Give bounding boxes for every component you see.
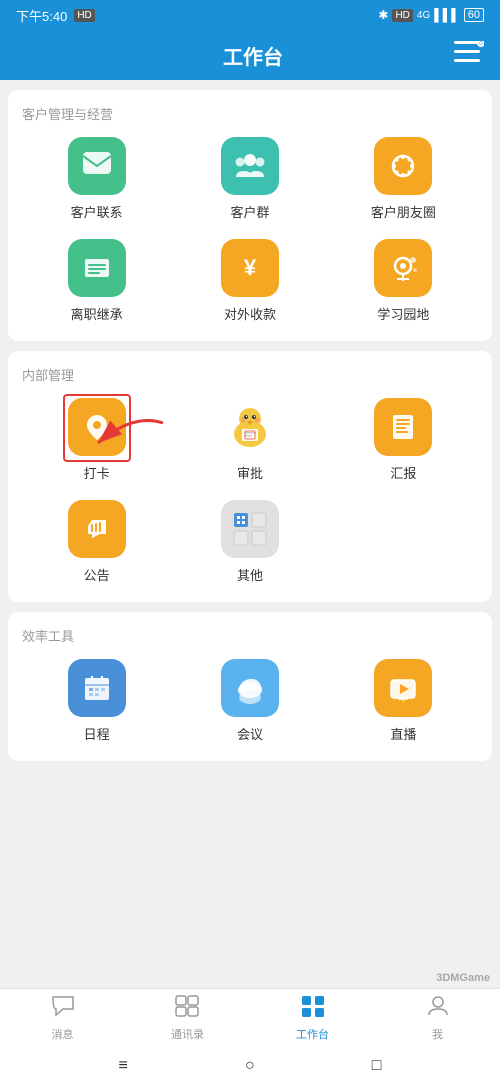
meeting-label: 会议 [237, 724, 263, 743]
notice-icon [68, 500, 126, 558]
app-other[interactable]: 其他 [173, 500, 326, 584]
schedule-icon [68, 659, 126, 717]
app-notice[interactable]: 公告 [20, 500, 173, 584]
me-nav-label: 我 [432, 1026, 443, 1042]
page-title: 工作台 [52, 41, 454, 70]
efficiency-section-title: 效率工具 [20, 626, 480, 645]
customer-grid: 客户联系 客户群 [20, 137, 480, 323]
status-bar: 下午5:40 HD ✱ HD 4G ▌▌▌ 60 [0, 0, 500, 30]
report-label: 汇报 [390, 463, 416, 482]
contact-icon [68, 137, 126, 195]
message-nav-label: 消息 [52, 1026, 74, 1042]
contacts-nav-label: 通讯录 [171, 1026, 204, 1042]
internal-section: 内部管理 打卡 [8, 351, 492, 602]
app-header: 工作台 [0, 30, 500, 80]
moments-label: 客户朋友圈 [371, 202, 436, 221]
app-schedule[interactable]: 日程 [20, 659, 173, 743]
duck-mascot [221, 398, 279, 456]
learning-label: 学习园地 [377, 304, 429, 323]
nav-me[interactable]: 我 [375, 995, 500, 1042]
app-learning[interactable]: 学习园地 [327, 239, 480, 323]
moments-icon [374, 137, 432, 195]
approval-label: 审批 [237, 463, 263, 482]
system-nav: ≡ ○ □ [0, 1048, 500, 1084]
app-checkin[interactable]: 打卡 [20, 398, 173, 482]
inherit-label: 离职继承 [71, 304, 123, 323]
customer-section: 客户管理与经营 客户联系 客户群 [8, 90, 492, 341]
other-icon [221, 500, 279, 558]
payment-icon: ¥ [221, 239, 279, 297]
payment-label: 对外收款 [224, 304, 276, 323]
message-nav-icon [51, 995, 75, 1023]
sys-home-button[interactable]: ○ [245, 1057, 255, 1075]
main-content: 客户管理与经营 客户联系 客户群 [0, 80, 500, 988]
app-inherit[interactable]: 离职继承 [20, 239, 173, 323]
schedule-label: 日程 [84, 724, 110, 743]
group-icon [221, 137, 279, 195]
menu-button[interactable] [454, 41, 484, 69]
internal-grid: 打卡 [20, 398, 480, 584]
status-time: 下午5:40 HD [16, 6, 95, 25]
contact-label: 客户联系 [71, 202, 123, 221]
sys-back-button[interactable]: ≡ [119, 1057, 128, 1075]
learning-icon [374, 239, 432, 297]
app-meeting[interactable]: 会议 [173, 659, 326, 743]
app-moments[interactable]: 客户朋友圈 [327, 137, 480, 221]
me-nav-icon [427, 995, 449, 1023]
svg-text:¥: ¥ [244, 255, 257, 280]
notice-label: 公告 [84, 565, 110, 584]
report-icon [374, 398, 432, 456]
app-group[interactable]: 客户群 [173, 137, 326, 221]
efficiency-grid: 日程 会议 [20, 659, 480, 743]
bottom-nav: 消息 通讯录 工作台 [0, 988, 500, 1048]
workbench-nav-icon [301, 995, 325, 1023]
nav-contacts[interactable]: 通讯录 [125, 995, 250, 1042]
sys-recents-button[interactable]: □ [372, 1057, 382, 1075]
internal-section-title: 内部管理 [20, 365, 480, 384]
meeting-icon [221, 659, 279, 717]
checkin-icon [68, 398, 126, 456]
status-icons: ✱ HD 4G ▌▌▌ 60 [378, 8, 484, 22]
workbench-nav-label: 工作台 [296, 1026, 329, 1042]
app-approval[interactable]: 审批 [173, 398, 326, 482]
contacts-nav-icon [175, 995, 201, 1023]
nav-message[interactable]: 消息 [0, 995, 125, 1042]
app-contact[interactable]: 客户联系 [20, 137, 173, 221]
checkin-label: 打卡 [84, 463, 110, 482]
other-label: 其他 [237, 565, 263, 584]
live-icon [374, 659, 432, 717]
app-live[interactable]: 直播 [327, 659, 480, 743]
customer-section-title: 客户管理与经营 [20, 104, 480, 123]
app-payment[interactable]: ¥ 对外收款 [173, 239, 326, 323]
live-label: 直播 [390, 724, 416, 743]
app-report[interactable]: 汇报 [327, 398, 480, 482]
group-label: 客户群 [230, 202, 269, 221]
efficiency-section: 效率工具 [8, 612, 492, 761]
nav-workbench[interactable]: 工作台 [250, 995, 375, 1042]
inherit-icon [68, 239, 126, 297]
